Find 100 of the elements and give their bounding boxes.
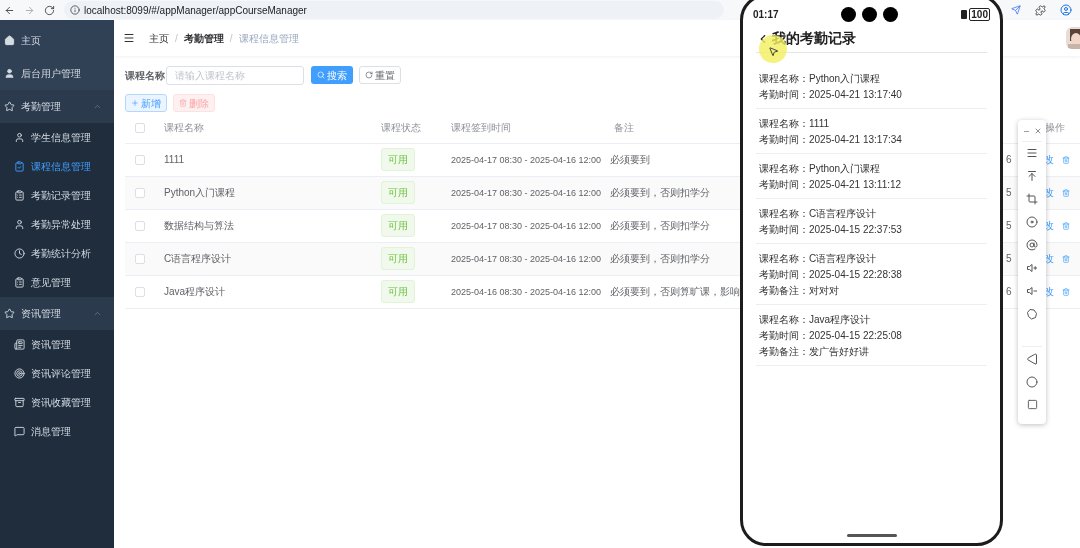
clipboard-icon	[14, 190, 25, 201]
checkbox[interactable]	[135, 220, 145, 231]
record-card[interactable]: 课程名称：C语言程序设计 考勤时间：2025-04-15 22:28:38 考勤备注：对对对	[756, 244, 987, 305]
table-cell: 必须要到，否则扣学分	[610, 187, 710, 198]
table-cell: C语言程序设计	[158, 242, 375, 275]
menu-item[interactable]: 资讯管理	[0, 297, 114, 330]
table-cell: 5	[1006, 187, 1012, 198]
profile-icon[interactable]	[1060, 4, 1072, 16]
submenu-item[interactable]: 资讯评论管理	[0, 359, 114, 388]
submenu-item[interactable]: 考勤异常处理	[0, 210, 114, 239]
submenu-item[interactable]: 资讯管理	[0, 330, 114, 359]
trash-icon	[1062, 287, 1070, 296]
field-label: 课程名称	[125, 68, 165, 83]
menu-item[interactable]: 主页	[0, 24, 114, 57]
trash-icon	[179, 99, 187, 107]
record-value: Python入门课程	[809, 71, 881, 86]
submenu-item[interactable]: 课程信息管理	[0, 152, 114, 181]
menu-icon[interactable]	[1026, 147, 1038, 159]
checkbox[interactable]	[135, 122, 145, 133]
mouse-pointer-icon	[768, 46, 779, 57]
menu-icon	[123, 32, 135, 44]
record-value: 1111	[809, 116, 830, 131]
clipboard-icon	[14, 277, 25, 288]
table-cell: 2025-04-16 08:30 - 2025-04-16 12:00	[451, 286, 602, 297]
breadcrumb-separator: /	[229, 31, 233, 46]
table-cell: 必须要到，否则扣学分	[610, 220, 710, 231]
record-label: 考勤时间：	[759, 177, 809, 192]
send-icon[interactable]	[1011, 5, 1021, 15]
breadcrumb-item[interactable]: 考勤管理	[183, 30, 224, 46]
checkbox[interactable]	[135, 286, 145, 297]
table-cell: 5	[1006, 220, 1012, 231]
record-value: 2025-04-15 22:25:08	[809, 328, 902, 343]
status-tag: 可用	[381, 148, 415, 171]
record-value: 2025-04-15 22:37:53	[809, 222, 902, 237]
record-label: 考勤时间：	[759, 267, 809, 282]
arrow-up-icon[interactable]	[1026, 170, 1038, 182]
trash-icon	[1062, 254, 1070, 263]
checkbox[interactable]	[135, 154, 145, 165]
plus-icon	[131, 99, 139, 107]
refresh-icon	[365, 71, 373, 79]
column-header: 课程名称	[164, 122, 204, 134]
submenu-item[interactable]: 消息管理	[0, 417, 114, 446]
submenu-item[interactable]: 考勤统计分析	[0, 239, 114, 268]
record-label: 考勤备注：	[759, 283, 809, 298]
record-card[interactable]: 课程名称：Java程序设计 考勤时间：2025-04-15 22:25:08 考勤备注：发广告好好讲	[756, 305, 987, 366]
at-sign-icon[interactable]	[1026, 239, 1038, 251]
target-icon[interactable]	[1026, 216, 1038, 228]
checkbox[interactable]	[135, 253, 145, 264]
table-cell: 必须要到，否则算旷课，影响	[610, 286, 740, 297]
clock-icon	[14, 248, 25, 259]
breadcrumb-item[interactable]: 主页	[149, 30, 169, 46]
sim-icon	[961, 9, 968, 19]
recent-square-icon[interactable]	[1026, 399, 1038, 410]
menu-item[interactable]: 考勤管理	[0, 90, 114, 123]
puzzle-icon[interactable]	[1035, 4, 1046, 16]
table-cell: 2025-04-17 08:30 - 2025-04-16 12:00	[451, 154, 602, 165]
status-tag: 可用	[381, 214, 415, 237]
reload-icon[interactable]	[44, 4, 55, 16]
record-value: 对对对	[809, 283, 839, 298]
submenu-item[interactable]: 资讯收藏管理	[0, 388, 114, 417]
record-value: 发广告好好讲	[809, 344, 869, 359]
user-icon	[4, 68, 15, 79]
info-icon	[70, 5, 80, 15]
crop-icon[interactable]	[1026, 193, 1038, 205]
menu-item[interactable]: 后台用户管理	[0, 57, 114, 90]
record-label: 课程名称：	[759, 161, 809, 176]
close-icon[interactable]	[1033, 127, 1042, 135]
home-indicator[interactable]	[846, 534, 897, 537]
user-icon	[14, 132, 25, 143]
record-label: 考勤时间：	[759, 222, 809, 237]
reset-button[interactable]: 重置	[359, 66, 401, 84]
record-card[interactable]: 课程名称：Python入门课程 考勤时间：2025-04-21 13:17:40	[756, 64, 987, 109]
table-cell: 2025-04-17 08:30 - 2025-04-16 12:00	[451, 220, 602, 231]
record-card[interactable]: 课程名称：1111 考勤时间：2025-04-21 13:17:34	[756, 109, 987, 154]
record-value: 2025-04-21 13:17:34	[809, 132, 902, 147]
submenu-item[interactable]: 考勤记录管理	[0, 181, 114, 210]
record-value: Python入门课程	[809, 161, 881, 176]
status-tag: 可用	[381, 280, 415, 303]
volume-up-icon[interactable]	[1026, 262, 1038, 274]
trash-icon	[1062, 221, 1070, 230]
record-label: 考勤时间：	[759, 132, 809, 147]
record-card[interactable]: 课程名称：C语言程序设计 考勤时间：2025-04-15 22:37:53	[756, 199, 987, 244]
volume-down-icon[interactable]	[1026, 285, 1038, 297]
table-cell: 2025-04-17 08:30 - 2025-04-16 12:00	[451, 187, 602, 198]
address-bar[interactable]: localhost:8099/#/appManager/appCourseManager	[64, 1, 724, 19]
record-card[interactable]: 课程名称：Python入门课程 考勤时间：2025-04-21 13:11:12	[756, 154, 987, 199]
table-cell: 必须要到，否则扣学分	[610, 253, 710, 264]
back-triangle-icon[interactable]	[1026, 353, 1038, 365]
checkbox[interactable]	[135, 187, 145, 198]
table-cell: 数据结构与算法	[158, 209, 375, 242]
breadcrumb-item: 课程信息管理	[238, 31, 299, 46]
home-circle-icon[interactable]	[1026, 376, 1038, 388]
record-value: 2025-04-21 13:11:12	[809, 177, 902, 192]
submenu-item[interactable]: 学生信息管理	[0, 123, 114, 152]
record-label: 课程名称：	[759, 206, 809, 221]
submenu-item[interactable]: 意见管理	[0, 268, 114, 297]
record-value: 2025-04-15 22:28:38	[809, 267, 902, 282]
chevron-up-icon	[93, 309, 102, 318]
back-icon[interactable]	[4, 4, 15, 16]
star-icon	[4, 308, 15, 319]
